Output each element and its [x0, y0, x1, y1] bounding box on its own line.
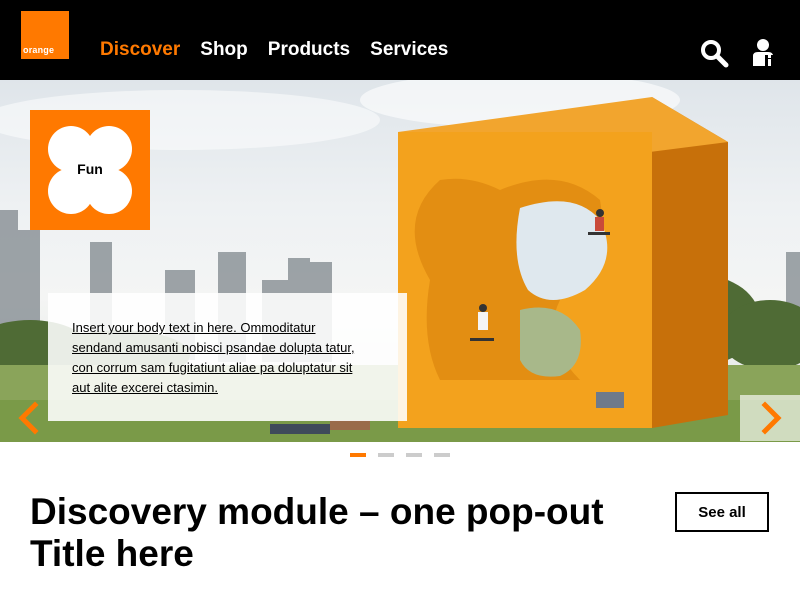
next-slide-button[interactable]: [740, 395, 800, 441]
see-all-button[interactable]: See all: [675, 492, 769, 532]
carousel-indicators: [350, 453, 450, 457]
tile-label: Fun: [77, 161, 103, 177]
chevron-right-icon: [761, 401, 782, 435]
fun-category-tile[interactable]: Fun: [30, 110, 150, 230]
nav-item-shop[interactable]: Shop: [200, 38, 248, 62]
carousel-dot-3[interactable]: [406, 453, 422, 457]
logo-text: orange: [23, 45, 55, 55]
nav-item-services[interactable]: Services: [370, 38, 448, 62]
carousel-dot-4[interactable]: [434, 453, 450, 457]
nav-item-products[interactable]: Products: [268, 38, 350, 62]
module-title: Discovery module – one pop-out Title her…: [30, 491, 604, 574]
carousel-dot-1[interactable]: [350, 453, 366, 457]
hero-carousel: Fun Insert your body text in here. Ommod…: [0, 80, 800, 442]
orange-logo[interactable]: orange: [21, 11, 69, 59]
search-icon[interactable]: [699, 38, 729, 68]
top-header: orange Discover Shop Products Services: [0, 0, 800, 80]
user-icon[interactable]: [751, 38, 777, 68]
carousel-dot-2[interactable]: [378, 453, 394, 457]
chevron-left-icon[interactable]: [0, 395, 60, 441]
nav-item-discover[interactable]: Discover: [100, 38, 180, 62]
main-nav: Discover Shop Products Services: [100, 38, 468, 62]
hero-text-panel: Insert your body text in here. Ommoditat…: [48, 293, 407, 421]
hero-body-link[interactable]: Insert your body text in here. Ommoditat…: [72, 318, 362, 398]
